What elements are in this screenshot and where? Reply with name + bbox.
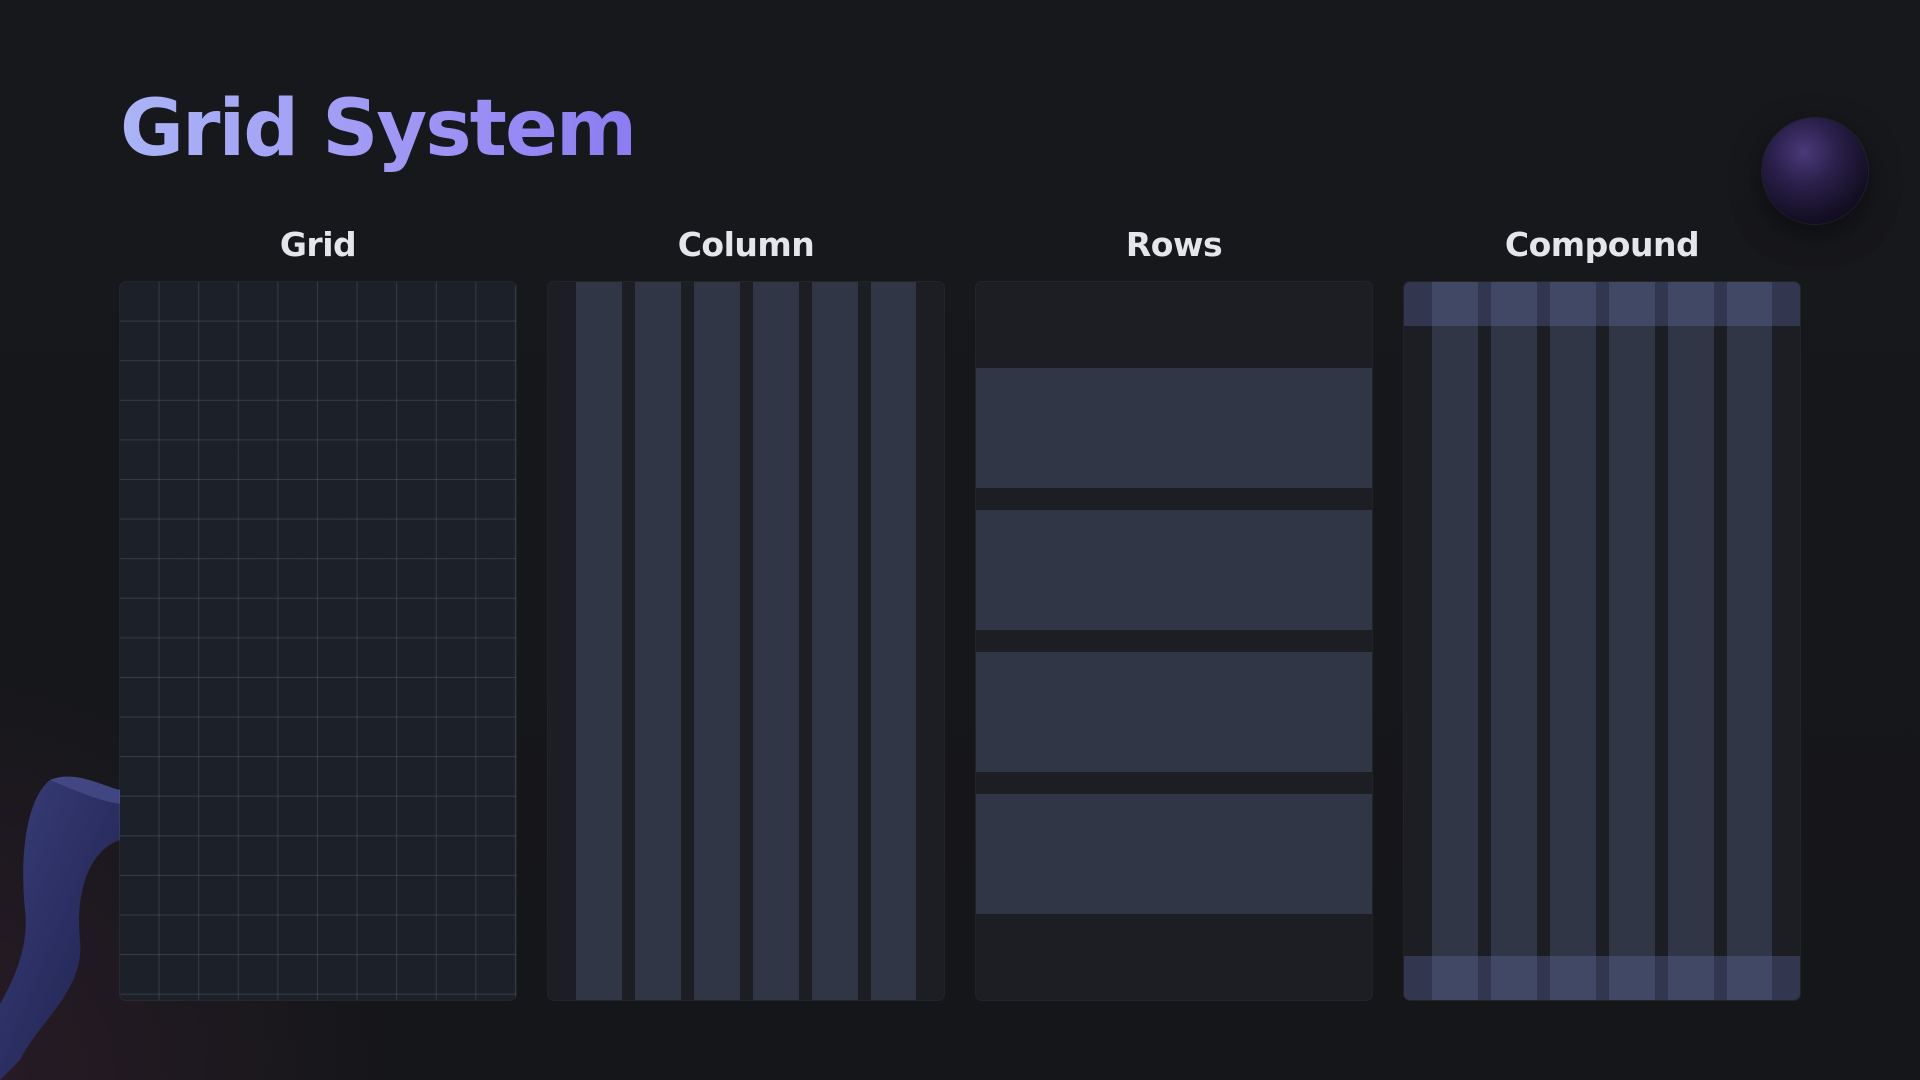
row-band (976, 794, 1372, 914)
slide: Grid System Grid Column Rows Compound (0, 0, 1920, 1080)
compound-panel (1404, 282, 1800, 1000)
rows-panel (976, 282, 1372, 1000)
grid-panel (120, 282, 516, 1000)
grid-label: Grid (279, 225, 357, 264)
compound-stripe (1727, 282, 1772, 1000)
column-stripe (635, 282, 681, 1000)
rows-example: Rows (976, 222, 1372, 1000)
column-stripe (576, 282, 622, 1000)
grid-example: Grid (120, 222, 516, 1000)
compound-top-band (1404, 282, 1800, 326)
compound-stripe (1609, 282, 1655, 1000)
compound-example: Compound (1404, 222, 1800, 1000)
column-stripe (871, 282, 916, 1000)
compound-label: Compound (1504, 225, 1700, 264)
compound-stripe (1432, 282, 1478, 1000)
row-band (976, 368, 1372, 488)
row-band (976, 510, 1372, 630)
compound-stripe (1668, 282, 1714, 1000)
compound-bottom-band (1404, 956, 1800, 1000)
compound-stripe (1550, 282, 1596, 1000)
column-stripe (753, 282, 799, 1000)
column-panel (548, 282, 944, 1000)
rows-label: Rows (1125, 225, 1223, 264)
decorative-sphere (1762, 118, 1868, 224)
column-stripe (694, 282, 740, 1000)
slide-title: Grid System (120, 84, 637, 174)
column-label: Column (677, 225, 815, 264)
column-stripe (812, 282, 858, 1000)
compound-stripe (1491, 282, 1537, 1000)
row-band (976, 652, 1372, 772)
column-example: Column (548, 222, 944, 1000)
